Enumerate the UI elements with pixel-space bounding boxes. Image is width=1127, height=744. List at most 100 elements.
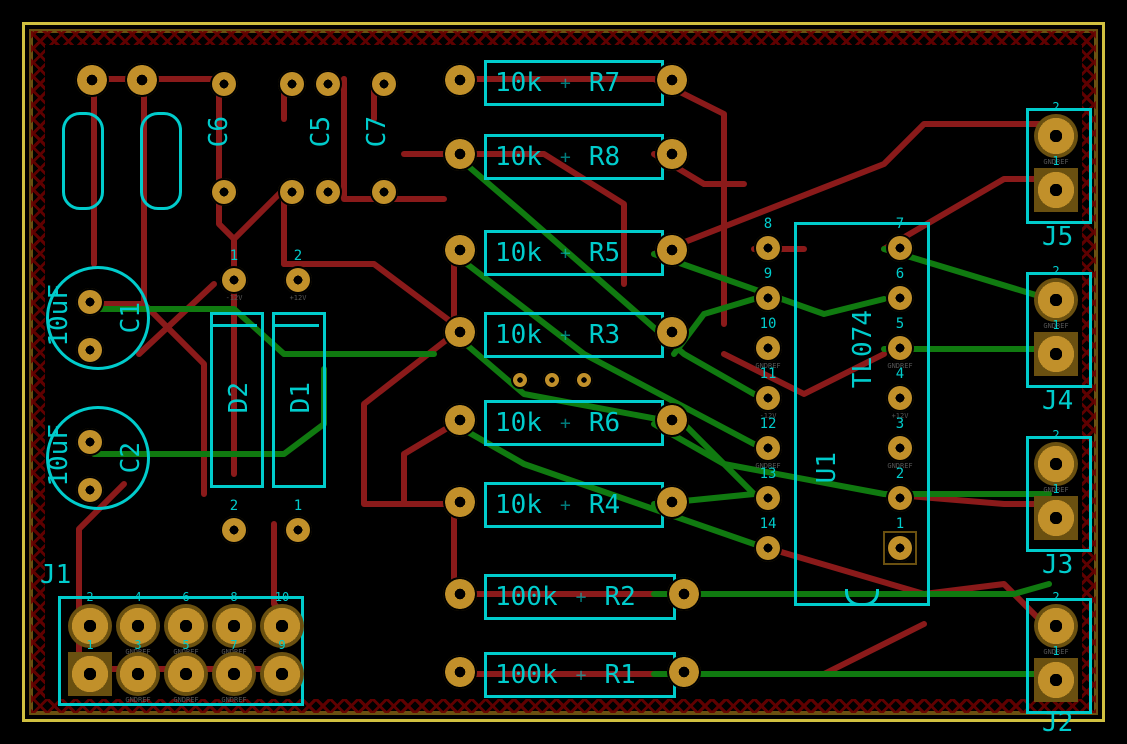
polarity-mark: + <box>560 495 571 516</box>
ic-pin-3: 3GNDREF <box>886 434 914 462</box>
mounting-hole <box>125 63 159 97</box>
polarity-mark: + <box>576 587 587 608</box>
pin-num: 1 <box>1052 482 1059 496</box>
value: 10k <box>495 68 542 98</box>
pin-num: 3 <box>896 416 904 432</box>
ic-pin-10: 10GNDREF <box>754 334 782 362</box>
value: 10k <box>495 238 542 268</box>
ref-j4: J4 <box>1042 386 1073 416</box>
pin-num: 13 <box>760 466 777 482</box>
polarity-mark: + <box>560 243 571 264</box>
pad-aux-1: 1 <box>284 516 312 544</box>
pad-r4-1 <box>443 485 477 519</box>
ref-u1: U1 <box>812 452 842 483</box>
j2-pin-2: 2GNDREF <box>1034 604 1078 648</box>
pad-r4-2 <box>655 485 689 519</box>
j2-pin-1: 1 <box>1034 658 1078 702</box>
value: 10k <box>495 490 542 520</box>
pin-num: 8 <box>764 216 772 232</box>
resistor-r8: 10k+R8 <box>484 134 664 180</box>
resistor-r7: 10k+R7 <box>484 60 664 106</box>
pin-num: 11 <box>760 366 777 382</box>
value: 10k <box>495 142 542 172</box>
ic-pin-1: 1 <box>886 534 914 562</box>
pad-r5-2 <box>655 233 689 267</box>
j4-pin-2: 2GNDREF <box>1034 278 1078 322</box>
pad-c7b <box>370 178 398 206</box>
pin-num: 2 <box>86 590 93 604</box>
cathode-mark <box>211 324 257 327</box>
pin-num: 5 <box>182 638 189 652</box>
pin-num: 1 <box>294 498 302 514</box>
pin-net: -12V <box>226 294 243 302</box>
pad-r6-1 <box>443 403 477 437</box>
pad-aux-2: 2 <box>220 516 248 544</box>
pad-c5c <box>278 178 306 206</box>
via <box>511 371 529 389</box>
pad-r6-2 <box>655 403 689 437</box>
pin-num: 2 <box>1052 100 1059 114</box>
pin-num: 1 <box>1052 644 1059 658</box>
ref-j2: J2 <box>1042 708 1073 738</box>
pin-num: 5 <box>896 316 904 332</box>
ic-pin-8: 8 <box>754 234 782 262</box>
pin-num: 1 <box>896 516 904 532</box>
ref: R6 <box>589 408 620 438</box>
pin-num: 7 <box>230 638 237 652</box>
ref: R1 <box>604 660 635 690</box>
pin-num: 10 <box>760 316 777 332</box>
ic-pin-2: 2 <box>886 484 914 512</box>
pin-num: 2 <box>1052 264 1059 278</box>
pad-r1-1 <box>443 655 477 689</box>
pad-c6-top <box>210 70 238 98</box>
pad-c6-bot <box>210 178 238 206</box>
ref: R7 <box>589 68 620 98</box>
pcb-board: 10uF C1 10uF C2 C6 C5 C7 1 -12V 2 +12V D… <box>12 12 1115 732</box>
polarity-mark: + <box>560 325 571 346</box>
value: 100k <box>495 660 558 690</box>
pad-c1-2 <box>76 336 104 364</box>
polarity-mark: + <box>576 665 587 686</box>
j5-pin-2: 2GNDREF <box>1034 114 1078 158</box>
pad-r7-2 <box>655 63 689 97</box>
pin-num: 8 <box>230 590 237 604</box>
ic-pin-9: 9 <box>754 284 782 312</box>
pad-pwr-1: 1 -12V <box>220 266 248 294</box>
pin-num: 2 <box>1052 428 1059 442</box>
ref-c1: C1 <box>116 302 146 333</box>
ref: R3 <box>589 320 620 350</box>
ref: R2 <box>604 582 635 612</box>
pad-r5-1 <box>443 233 477 267</box>
pin-net: +12V <box>290 294 307 302</box>
via <box>543 371 561 389</box>
ic-pin-13: 13 <box>754 484 782 512</box>
ic-pin-7: 7 <box>886 234 914 262</box>
j3-pin-1: 1 <box>1034 496 1078 540</box>
pin-num: 2 <box>294 248 302 264</box>
ref-c7: C7 <box>362 116 392 147</box>
mounting-hole <box>75 63 109 97</box>
pin-net: GNDREF <box>173 696 198 704</box>
ic-pin-4: 4+12V <box>886 384 914 412</box>
pad-r2-2 <box>667 577 701 611</box>
ic-pin-5: 5GNDREF <box>886 334 914 362</box>
j5-pin-1: 1 <box>1034 168 1078 212</box>
pad-c2-1 <box>76 428 104 456</box>
ic-pin-14: 14 <box>754 534 782 562</box>
pin-num: 9 <box>278 638 285 652</box>
ref-c5: C5 <box>306 116 336 147</box>
pin-num: 4 <box>896 366 904 382</box>
pin-num: 1 <box>1052 318 1059 332</box>
pin-num: 9 <box>764 266 772 282</box>
resistor-r6: 10k+R6 <box>484 400 664 446</box>
ref-d1: D1 <box>286 382 316 413</box>
pad-c7a <box>370 70 398 98</box>
footprint-small-2 <box>140 112 182 210</box>
pin-num: 1 <box>1052 154 1059 168</box>
j1-pin-3: 3GNDREF <box>116 652 160 696</box>
pin-num: 1 <box>86 638 93 652</box>
j4-pin-1: 1 <box>1034 332 1078 376</box>
j3-pin-2: 2GNDREF <box>1034 442 1078 486</box>
ic-pin-11: 11-12V <box>754 384 782 412</box>
pad-c2-2 <box>76 476 104 504</box>
